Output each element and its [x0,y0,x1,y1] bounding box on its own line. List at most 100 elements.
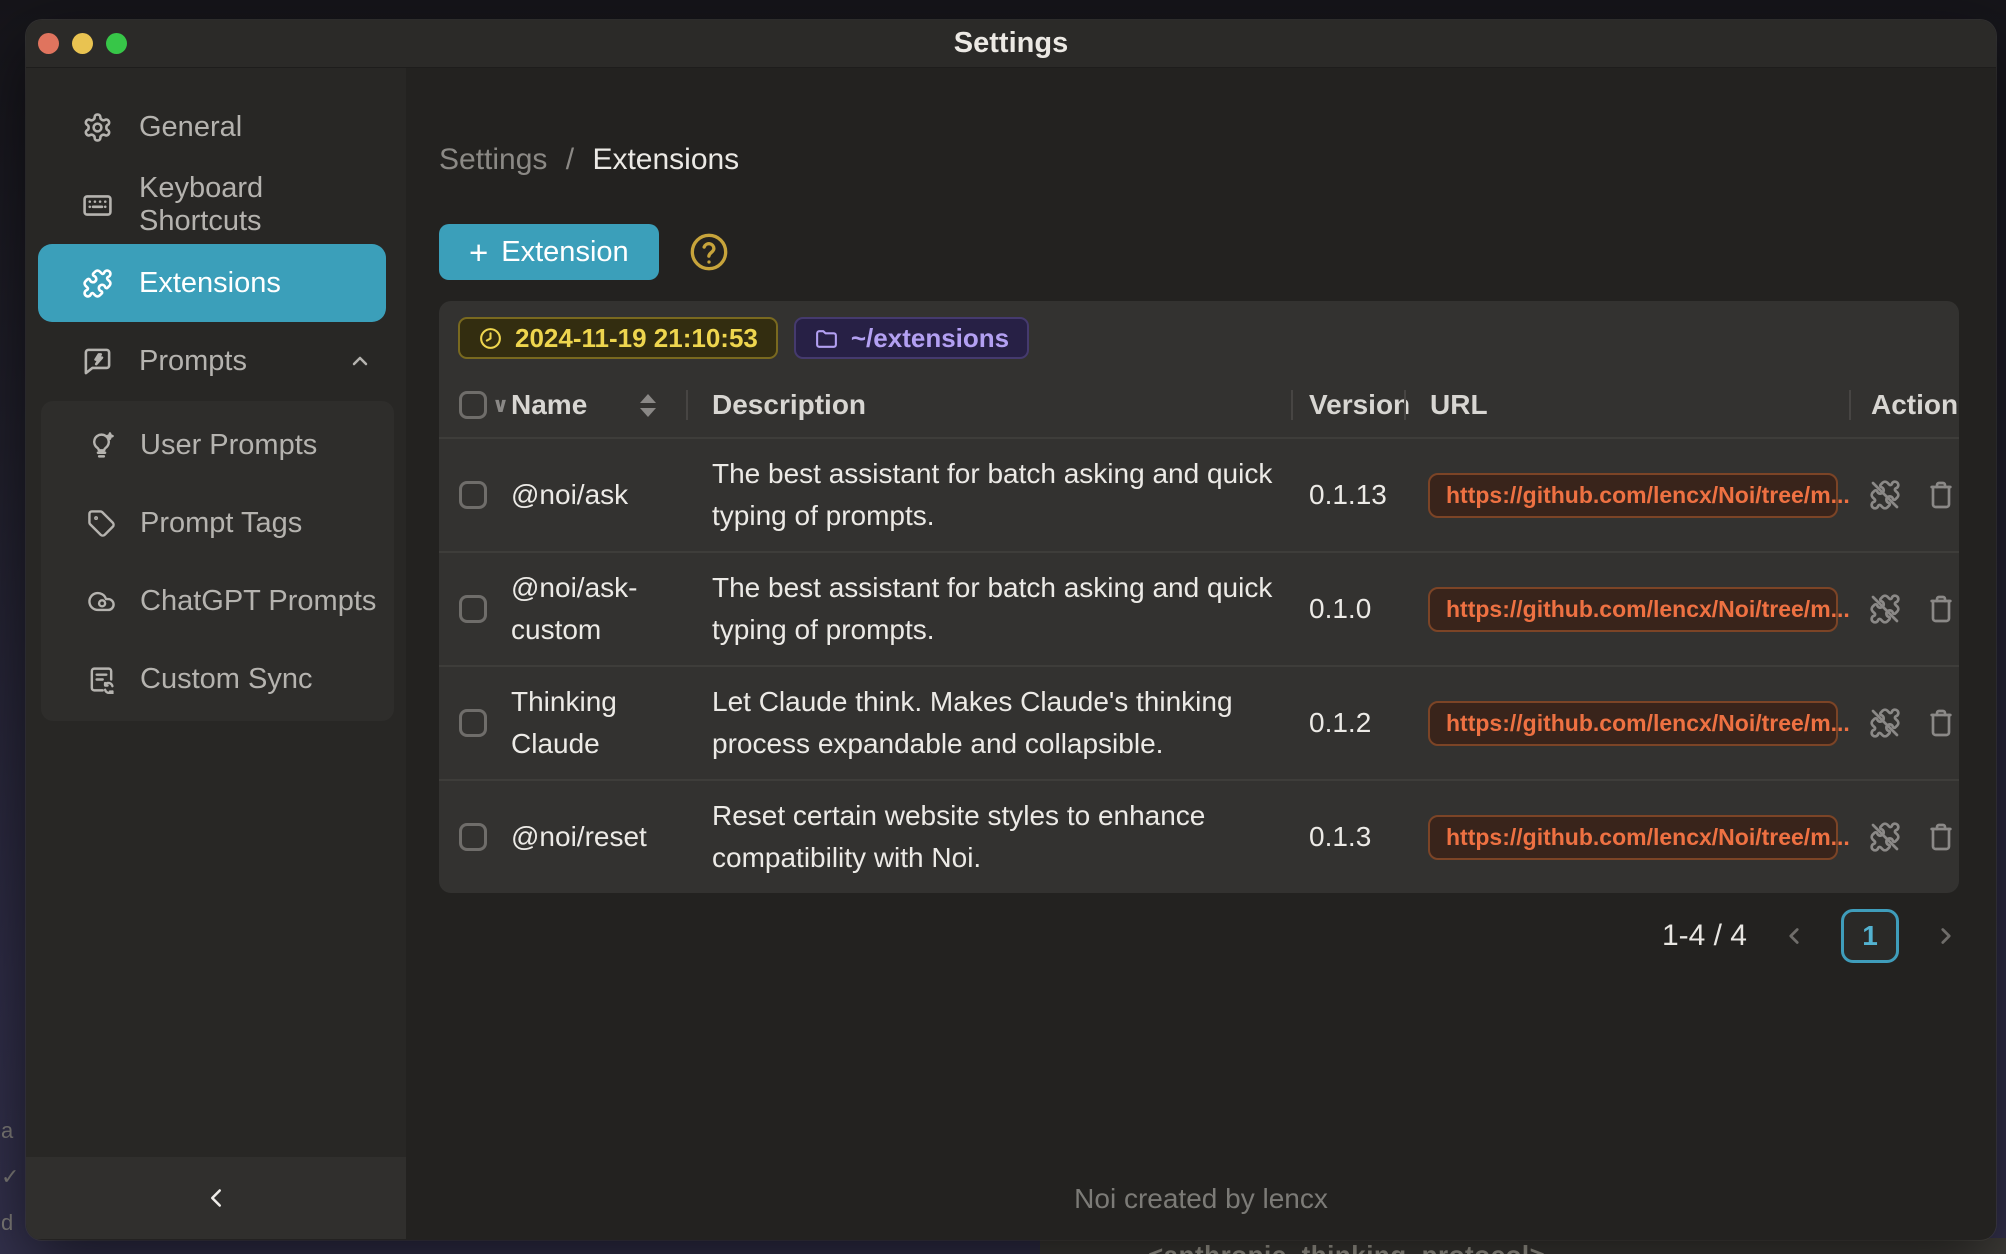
traffic-lights [38,20,127,67]
question-circle-icon [689,232,729,272]
sidebar-item-label: Keyboard Shortcuts [139,172,386,238]
puzzle-off-icon [1869,821,1901,853]
chevron-right-icon [1933,923,1959,949]
page-number-button[interactable]: 1 [1841,909,1899,963]
pagination-range: 1-4 / 4 [1662,919,1747,953]
sidebar-item-extensions[interactable]: Extensions [38,244,386,322]
table-row: Thinking Claude Let Claude think. Makes … [439,665,1959,779]
sidebar-item-custom-sync[interactable]: Custom Sync [41,640,394,718]
next-page-button[interactable] [1933,923,1959,949]
cloud-icon [87,587,116,616]
breadcrumb-settings[interactable]: Settings [439,143,547,176]
breadcrumb: Settings / Extensions [439,143,1962,177]
column-header-name: Name [511,389,587,421]
background-char: d [1,1200,27,1246]
tag-icon [87,509,116,538]
sidebar-item-label: General [139,111,242,144]
sidebar-item-label: Prompts [139,345,247,378]
minimize-button[interactable] [72,33,93,54]
disable-extension-button[interactable] [1869,479,1901,511]
pagination: 1-4 / 4 1 [439,909,1959,963]
sidebar: General Keyboard Shortcuts Extensions Pr… [26,68,406,1239]
sidebar-collapse-button[interactable] [26,1157,406,1239]
app-credit: Noi created by lencx [406,1183,1996,1215]
column-header-version: Version [1309,389,1410,421]
column-header-action: Action [1871,389,1958,421]
row-checkbox[interactable] [459,595,487,623]
background-char: ✓ [1,1154,27,1200]
add-extension-label: Extension [501,236,628,269]
delete-extension-button[interactable] [1925,479,1957,511]
extension-url-link[interactable]: https://github.com/lencx/Noi/tree/m... [1428,701,1838,746]
extension-url-link[interactable]: https://github.com/lencx/Noi/tree/m... [1428,815,1838,860]
row-checkbox[interactable] [459,709,487,737]
select-all-checkbox[interactable] [459,391,487,419]
bulb-sparkle-icon [87,431,116,460]
background-char: a [1,1108,27,1154]
toolbar: + Extension [439,224,1962,280]
settings-window: Settings General Keyboard Shortcuts Exte… [26,20,1996,1240]
extension-description: The best assistant for batch asking and … [712,553,1291,665]
meta-badges: 2024-11-19 21:10:53 ~/extensions [439,301,1959,373]
close-button[interactable] [38,33,59,54]
sidebar-item-label: ChatGPT Prompts [140,585,376,618]
file-sync-icon [87,665,116,694]
table-row: @noi/ask The best assistant for batch as… [439,437,1959,551]
sidebar-item-keyboard-shortcuts[interactable]: Keyboard Shortcuts [38,166,386,244]
sidebar-item-general[interactable]: General [38,88,386,166]
delete-extension-button[interactable] [1925,707,1957,739]
trash-icon [1925,479,1957,511]
extension-url-link[interactable]: https://github.com/lencx/Noi/tree/m... [1428,473,1838,518]
previous-page-button[interactable] [1781,923,1807,949]
extension-name: @noi/ask [511,474,628,516]
titlebar: Settings [26,20,1996,68]
extension-name: @noi/reset [511,816,647,858]
sidebar-item-label: Extensions [139,267,281,300]
extension-description: Reset certain website styles to enhance … [712,781,1291,893]
sort-toggle[interactable] [640,394,656,417]
column-header-description: Description [712,389,866,421]
extensions-directory-badge[interactable]: ~/extensions [794,317,1029,359]
row-checkbox[interactable] [459,481,487,509]
extension-description: The best assistant for batch asking and … [712,439,1291,551]
delete-extension-button[interactable] [1925,593,1957,625]
help-button[interactable] [689,232,729,272]
extensions-table-card: 2024-11-19 21:10:53 ~/extensions ∨ [439,301,1959,893]
prompts-submenu: User Prompts Prompt Tags ChatGPT Prompts… [41,401,394,721]
background-window-strip: <anthropic_thinking_protocol> [1040,1238,2006,1254]
delete-extension-button[interactable] [1925,821,1957,853]
disable-extension-button[interactable] [1869,821,1901,853]
sidebar-item-label: User Prompts [140,429,317,462]
sidebar-item-user-prompts[interactable]: User Prompts [41,406,394,484]
window-title: Settings [954,27,1068,60]
sidebar-item-prompts[interactable]: Prompts [38,322,386,400]
clock-icon [478,326,503,351]
chevron-up-icon[interactable] [348,349,372,373]
puzzle-off-icon [1869,479,1901,511]
sidebar-item-chatgpt-prompts[interactable]: ChatGPT Prompts [41,562,394,640]
row-checkbox[interactable] [459,823,487,851]
message-bolt-icon [82,346,113,377]
extension-version: 0.1.13 [1309,479,1387,511]
background-edge-text: a ✓ d [1,1108,27,1246]
sidebar-item-prompt-tags[interactable]: Prompt Tags [41,484,394,562]
zoom-button[interactable] [106,33,127,54]
extension-url-link[interactable]: https://github.com/lencx/Noi/tree/m... [1428,587,1838,632]
disable-extension-button[interactable] [1869,707,1901,739]
gear-icon [82,112,113,143]
folder-icon [814,326,839,351]
timestamp-value: 2024-11-19 21:10:53 [515,323,758,354]
column-divider [1849,390,1851,420]
disable-extension-button[interactable] [1869,593,1901,625]
breadcrumb-current: Extensions [592,143,739,176]
puzzle-off-icon [1869,593,1901,625]
puzzle-off-icon [1869,707,1901,739]
trash-icon [1925,593,1957,625]
add-extension-button[interactable]: + Extension [439,224,659,280]
extension-name: @noi/ask-custom [511,567,676,651]
extensions-directory-value: ~/extensions [851,323,1009,354]
extension-name: Thinking Claude [511,681,676,765]
table-row: @noi/ask-custom The best assistant for b… [439,551,1959,665]
column-divider [1291,390,1293,420]
desktop-background: a ✓ d <anthropic_thinking_protocol> Sett… [0,0,2006,1254]
